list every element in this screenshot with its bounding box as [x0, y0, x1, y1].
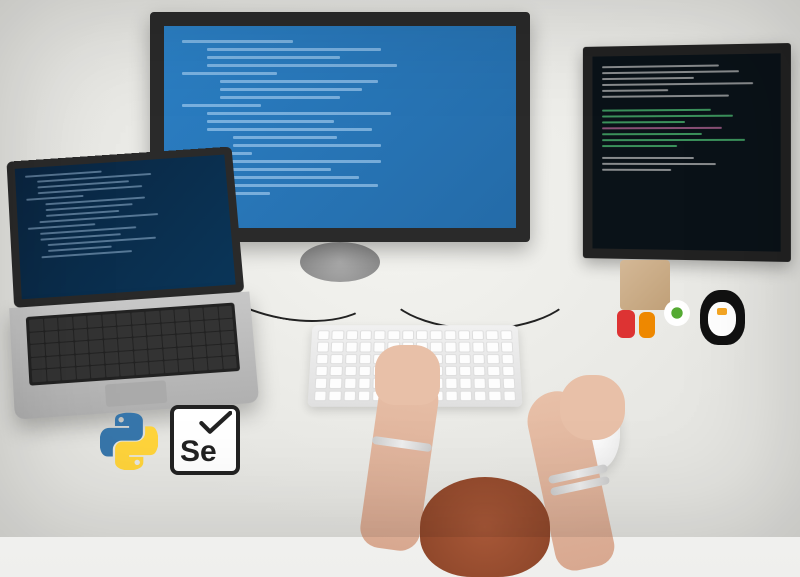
desk-toy: [617, 310, 635, 338]
monitor-stand: [300, 242, 380, 282]
desk-toy: [639, 312, 655, 338]
selenium-logo-icon: Se: [170, 405, 240, 475]
flower-toy: [664, 300, 690, 326]
person-head: [420, 477, 550, 577]
penguin-toy: [700, 290, 745, 345]
tissue-box: [620, 260, 670, 310]
selenium-logo-text: Se: [180, 437, 217, 467]
laptop: [2, 146, 260, 420]
python-logo-icon: [100, 412, 158, 470]
laptop-base: [9, 291, 259, 419]
laptop-screen: [15, 155, 236, 300]
right-monitor: [583, 43, 791, 262]
laptop-trackpad: [105, 380, 168, 407]
laptop-screen-frame: [6, 146, 244, 307]
laptop-keyboard: [26, 303, 240, 386]
person-hand: [560, 375, 625, 440]
right-monitor-screen: [592, 53, 780, 251]
person-hand: [375, 345, 440, 405]
cable: [380, 230, 580, 330]
